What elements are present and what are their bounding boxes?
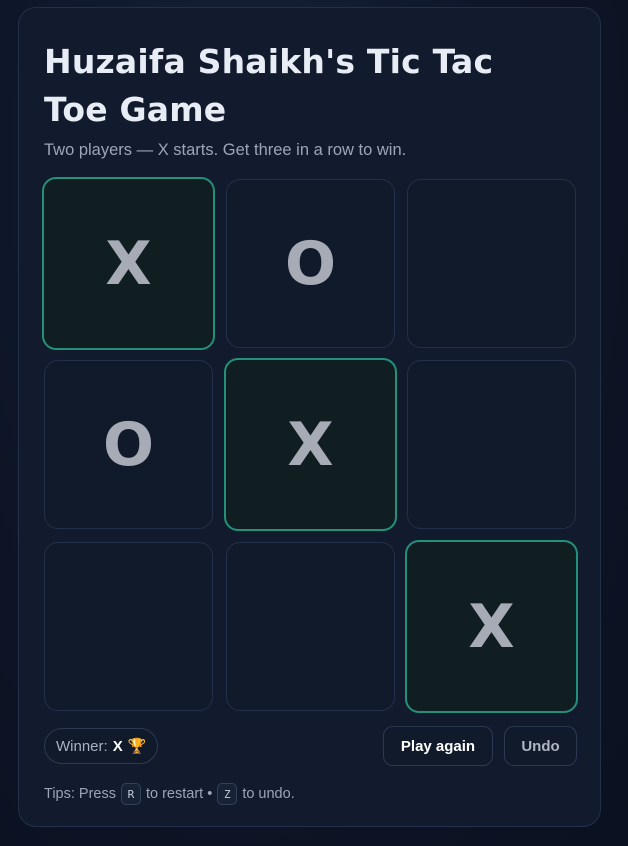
board-cell-1[interactable]: X: [42, 177, 215, 350]
board-cell-2[interactable]: O: [226, 179, 395, 348]
cell-mark: O: [102, 409, 154, 480]
status-label: Winner:: [56, 737, 108, 755]
game-card: Huzaifa Shaikh's Tic Tac Toe Game Two pl…: [18, 7, 601, 827]
trophy-icon: 🏆: [127, 738, 147, 755]
tips-line: Tips: Press R to restart • Z to undo.: [44, 783, 295, 805]
cell-mark: O: [284, 228, 336, 299]
undo-key: Z: [217, 783, 238, 805]
restart-key: R: [120, 783, 141, 805]
board-cell-6[interactable]: [407, 360, 576, 529]
board-cell-8[interactable]: [226, 542, 395, 711]
winner-value: X: [112, 737, 123, 755]
board-cell-5[interactable]: X: [224, 358, 397, 531]
cell-mark: X: [468, 591, 515, 662]
board-cell-4[interactable]: O: [44, 360, 213, 529]
page-title: Huzaifa Shaikh's Tic Tac Toe Game: [44, 42, 494, 129]
status-badge: Winner: X 🏆: [44, 728, 159, 764]
cell-mark: X: [105, 228, 152, 299]
undo-button[interactable]: Undo: [504, 726, 577, 766]
tips-restart-text: to restart •: [145, 786, 213, 802]
cell-mark: X: [287, 409, 334, 480]
board-cell-7[interactable]: [44, 542, 213, 711]
game-board: X O O X X: [42, 177, 578, 713]
subtitle: Two players — X starts. Get three in a r…: [44, 141, 407, 159]
tips-undo-text: to undo.: [242, 786, 295, 802]
board-cell-9[interactable]: X: [405, 540, 578, 713]
tips-prefix: Tips: Press: [44, 786, 116, 802]
play-again-button[interactable]: Play again: [383, 726, 493, 766]
board-cell-3[interactable]: [407, 179, 576, 348]
